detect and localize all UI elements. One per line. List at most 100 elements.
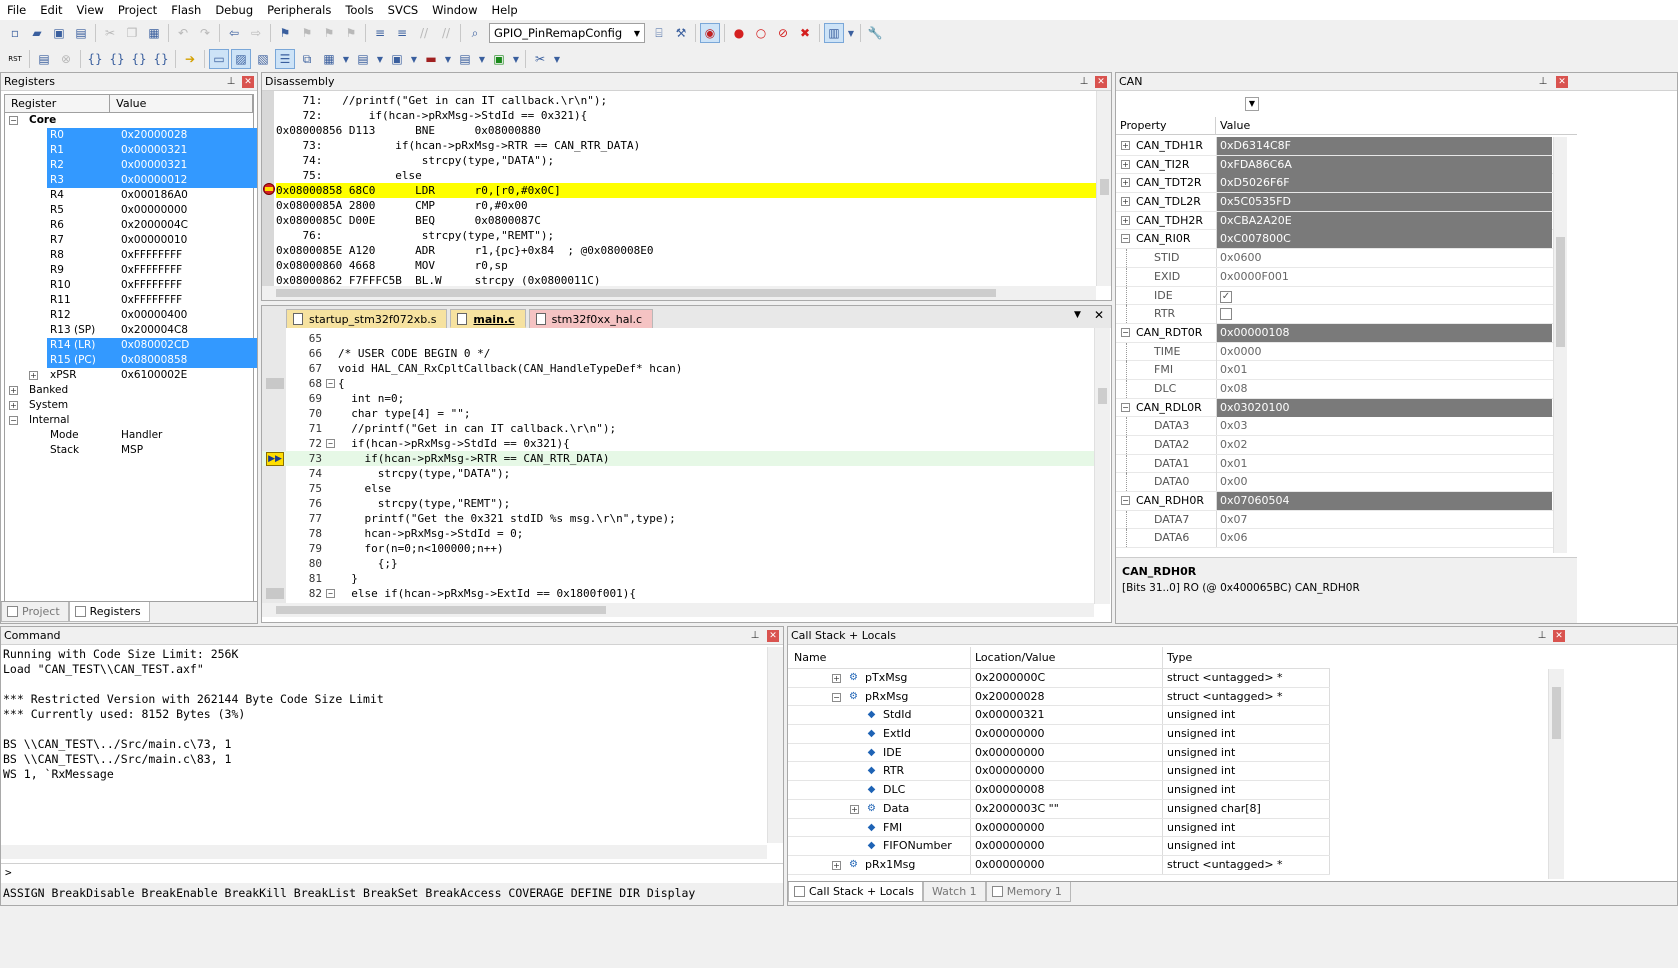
can-property-row[interactable]: DATA0 0x00 bbox=[1116, 473, 1553, 493]
variable-value[interactable]: 0x00000000 bbox=[970, 837, 1162, 856]
disassembly-content[interactable]: 71: //printf("Get in can IT callback.\r\… bbox=[262, 91, 1111, 286]
property-value[interactable]: 0x07 bbox=[1216, 510, 1552, 529]
symbols-window-icon[interactable]: ▧ bbox=[253, 49, 273, 69]
tab-registers[interactable]: Registers bbox=[68, 602, 150, 622]
variable-value[interactable]: 0x00000000 bbox=[970, 855, 1162, 874]
code-line[interactable]: 68{− bbox=[262, 376, 1094, 391]
step-into-icon[interactable]: {} bbox=[85, 49, 105, 69]
register-value[interactable]: 0x080002CD bbox=[117, 338, 257, 353]
register-value[interactable]: 0x000186A0 bbox=[117, 188, 257, 203]
type-column-header[interactable]: Type bbox=[1162, 647, 1330, 669]
property-value[interactable]: 0x08 bbox=[1216, 379, 1552, 398]
redo-icon[interactable]: ↷ bbox=[195, 23, 215, 43]
reset-icon[interactable]: RST bbox=[5, 49, 25, 69]
register-row[interactable]: R3 0x00000012 bbox=[5, 173, 257, 188]
can-property-row[interactable]: IDE ✓ bbox=[1116, 286, 1553, 306]
property-value[interactable]: 0x00000108 bbox=[1216, 323, 1552, 342]
callstack-row[interactable]: ◆ DLC 0x00000008 unsigned int bbox=[788, 781, 1330, 800]
undo-icon[interactable]: ↶ bbox=[173, 23, 193, 43]
variable-value[interactable]: 0x00000000 bbox=[970, 818, 1162, 837]
kill-breakpoints-icon[interactable]: ✖ bbox=[795, 23, 815, 43]
register-row[interactable]: R1 0x00000321 bbox=[5, 143, 257, 158]
property-value[interactable]: 0xD6314C8F bbox=[1216, 137, 1552, 155]
can-vscrollbar[interactable] bbox=[1553, 137, 1567, 553]
can-property-row[interactable]: EXID 0x0000F001 bbox=[1116, 267, 1553, 287]
variable-value[interactable]: 0x20000028 bbox=[970, 687, 1162, 706]
menu-project[interactable]: Project bbox=[111, 0, 164, 20]
register-row[interactable]: R8 0xFFFFFFFF bbox=[5, 248, 253, 263]
save-icon[interactable]: ▣ bbox=[49, 23, 69, 43]
value-column-header[interactable]: Value bbox=[110, 95, 253, 112]
variable-value[interactable]: 0x00000000 bbox=[970, 743, 1162, 762]
window-layout-icon[interactable]: ▥ bbox=[824, 23, 844, 43]
core-node[interactable]: − Core bbox=[5, 113, 253, 128]
checkbox-checked[interactable]: ✓ bbox=[1220, 290, 1232, 303]
code-line[interactable]: 81 } bbox=[262, 571, 1094, 586]
disassembly-line[interactable]: 0x08000856 D113 BNE 0x08000880 bbox=[276, 123, 1096, 138]
property-value[interactable]: 0x5C0535FD bbox=[1216, 193, 1552, 212]
close-icon[interactable]: ✕ bbox=[1095, 76, 1107, 88]
serial-window-icon[interactable]: ▣ bbox=[387, 49, 407, 69]
comment-icon[interactable]: // bbox=[414, 23, 434, 43]
run-icon[interactable]: ▤ bbox=[34, 49, 54, 69]
close-editor-icon[interactable]: ✕ bbox=[1094, 308, 1104, 322]
can-property-row[interactable]: − CAN_RDT0R 0x00000108 bbox=[1116, 323, 1553, 343]
collapse-icon[interactable]: − bbox=[1121, 327, 1130, 337]
code-line[interactable]: 66 /* USER CODE BEGIN 0 */ bbox=[262, 346, 1094, 361]
watch-dropdown-icon[interactable]: ▼ bbox=[341, 49, 351, 69]
tab-main-c[interactable]: main.c bbox=[450, 309, 526, 328]
register-value[interactable]: 0x6100002E bbox=[117, 368, 257, 383]
command-output[interactable]: Running with Code Size Limit: 256K Load "… bbox=[3, 647, 767, 843]
code-line[interactable]: 71 //printf("Get in can IT callback.\r\n… bbox=[262, 421, 1094, 436]
find-in-files-icon[interactable]: ⌕ bbox=[465, 23, 485, 43]
code-editor[interactable]: 65 66 /* USER CODE BEGIN 0 */ 67 void HAL_CA… bbox=[262, 328, 1111, 604]
new-file-icon[interactable]: ▫ bbox=[5, 23, 25, 43]
command-input[interactable]: > bbox=[1, 863, 783, 881]
can-property-row[interactable]: − CAN_RI0R 0xC007800C bbox=[1116, 230, 1553, 250]
disassembly-line[interactable]: 71: //printf("Get in can IT callback.\r\… bbox=[276, 93, 1096, 108]
code-line[interactable]: 78 hcan->pRxMsg->StdId = 0; bbox=[262, 526, 1094, 541]
pin-icon[interactable]: ⊥ bbox=[1536, 630, 1548, 642]
disassembly-line[interactable]: 72: if(hcan->pRxMsg->StdId == 0x321){ bbox=[276, 108, 1096, 123]
code-line[interactable]: 79 for(n=0;n<100000;n++) bbox=[262, 541, 1094, 556]
close-icon[interactable]: ✕ bbox=[767, 630, 779, 642]
collapse-icon[interactable]: − bbox=[1121, 402, 1130, 412]
chevron-down-icon[interactable]: ▼ bbox=[630, 29, 644, 38]
uncomment-icon[interactable]: // bbox=[436, 23, 456, 43]
property-value[interactable]: 0x02 bbox=[1216, 436, 1552, 454]
can-property-row[interactable]: + CAN_TDH2R 0xCBA2A20E bbox=[1116, 211, 1553, 231]
tab-startup-file[interactable]: startup_stm32f072xb.s bbox=[286, 309, 448, 328]
incremental-find-icon[interactable]: ⚒ bbox=[671, 23, 691, 43]
current-instruction-line[interactable]: 0x08000858 68C0 LDR r0,[r0,#0x0C] bbox=[276, 183, 1096, 198]
callstack-row[interactable]: ◆ RTR 0x00000000 unsigned int bbox=[788, 762, 1330, 782]
disassembly-window-icon[interactable]: ▨ bbox=[231, 49, 251, 69]
disable-breakpoints-icon[interactable]: ⊘ bbox=[773, 23, 793, 43]
trace-window-icon[interactable]: ▤ bbox=[455, 49, 475, 69]
callstack-row[interactable]: − ⚙ pRxMsg 0x20000028 struct <untagged> * bbox=[788, 687, 1330, 707]
register-row[interactable]: R11 0xFFFFFFFF bbox=[5, 293, 253, 308]
register-value[interactable]: 0x08000858 bbox=[117, 353, 257, 368]
variable-value[interactable]: 0x00000000 bbox=[970, 725, 1162, 744]
register-value[interactable]: 0xFFFFFFFF bbox=[117, 293, 257, 308]
cut-icon[interactable]: ✂ bbox=[100, 23, 120, 43]
disassembly-line[interactable]: 0x0800085C D00E BEQ 0x0800087C bbox=[276, 213, 1096, 228]
menu-tools[interactable]: Tools bbox=[338, 0, 380, 20]
command-window-icon[interactable]: ▭ bbox=[209, 49, 229, 69]
code-line[interactable]: 80 {;} bbox=[262, 556, 1094, 571]
bookmark-icon[interactable]: ⚑ bbox=[275, 23, 295, 43]
register-value[interactable]: 0x200004C8 bbox=[117, 323, 257, 338]
callstack-row[interactable]: + ⚙ pRx1Msg 0x00000000 struct <untagged> * bbox=[788, 855, 1330, 875]
register-value[interactable]: 0x2000004C bbox=[117, 218, 257, 233]
can-property-row[interactable]: + CAN_TDH1R 0xD6314C8F bbox=[1116, 137, 1553, 156]
menu-peripherals[interactable]: Peripherals bbox=[260, 0, 338, 20]
tab-hal-file[interactable]: stm32f0xx_hal.c bbox=[528, 309, 654, 328]
disassembly-line[interactable]: 0x08000862 F7FFFC5B BL.W strcpy (0x08000… bbox=[276, 273, 1096, 286]
analysis-dropdown-icon[interactable]: ▼ bbox=[443, 49, 453, 69]
expand-icon[interactable]: + bbox=[1121, 197, 1130, 207]
layout-dropdown-icon[interactable]: ▼ bbox=[846, 23, 856, 43]
property-value[interactable]: 0xCBA2A20E bbox=[1216, 211, 1552, 230]
memory-window-icon[interactable]: ▤ bbox=[353, 49, 373, 69]
location-column-header[interactable]: Location/Value bbox=[970, 647, 1162, 669]
code-line[interactable]: 76 strcpy(type,"REMT"); bbox=[262, 496, 1094, 511]
callstack-row[interactable]: ◆ FMI 0x00000000 unsigned int bbox=[788, 818, 1330, 838]
